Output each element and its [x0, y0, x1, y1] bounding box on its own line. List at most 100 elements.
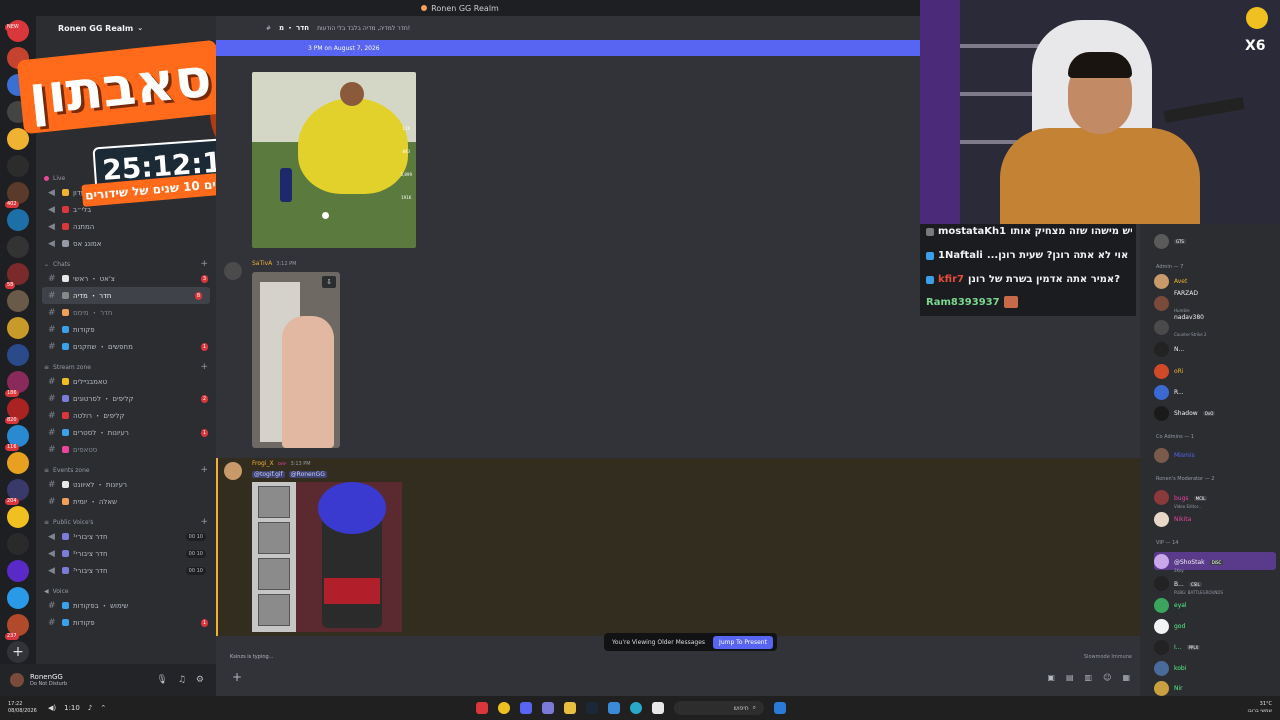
chrome-icon[interactable] [498, 702, 510, 714]
jump-to-present-button[interactable]: Jump To Present [713, 635, 773, 649]
discord-icon[interactable] [520, 702, 532, 714]
server-icon[interactable] [7, 209, 29, 231]
chevron-up-icon[interactable]: ⌃ [100, 704, 106, 712]
headphones-icon[interactable]: ♫ [178, 675, 186, 685]
server-icon[interactable] [7, 560, 29, 582]
gear-icon[interactable]: ⚙ [196, 675, 204, 685]
category-events[interactable]: ≡ Events zone + [36, 464, 216, 476]
steam-icon[interactable] [586, 702, 598, 714]
voice-channel[interactable]: ◀ חדר ציבורי³ 00 10 [36, 562, 216, 579]
media-attachment[interactable]: ⇩ [252, 272, 340, 448]
app-icon[interactable] [652, 702, 664, 714]
apps-icon[interactable]: ▦ [1122, 673, 1130, 682]
text-channel-active[interactable]: # חדר ・ מדיה 8 [42, 287, 210, 304]
add-channel-icon[interactable]: + [200, 465, 208, 475]
add-channel-icon[interactable]: + [200, 259, 208, 269]
text-channel[interactable]: # סטאפים [36, 441, 216, 458]
windows-start-icon[interactable] [774, 702, 786, 714]
member-item[interactable]: nadav380 Counter-Strike 2 [1154, 314, 1207, 337]
voice-channel[interactable]: ◀ אמונג אס [36, 235, 216, 252]
server-icon[interactable] [7, 506, 29, 528]
member-item[interactable]: R... [1154, 383, 1184, 401]
server-icon[interactable]: 820 [5, 398, 29, 424]
text-channel[interactable]: # קליפים ・ לסרטונים 2 [36, 390, 216, 407]
server-icon[interactable] [7, 452, 29, 474]
text-channel[interactable]: # פקודות [36, 321, 216, 338]
volume-icon[interactable]: ◀) [48, 704, 56, 712]
member-item[interactable]: @ShoStak DISC 2Key [1154, 552, 1276, 573]
text-channel[interactable]: # שאלה ・ יומית [36, 493, 216, 510]
server-icon[interactable] [7, 290, 29, 312]
message-composer[interactable]: + ▣ ▤ ▥ ☺ ▦ [224, 666, 1140, 688]
category-voice[interactable]: ◀ Voice [36, 585, 216, 597]
text-channel[interactable]: # טאמבניילים [36, 373, 216, 390]
text-channel[interactable]: # מחפשים ・ שחקנים 1 [36, 338, 216, 355]
folder-icon[interactable] [564, 702, 576, 714]
text-channel[interactable]: # שימוש ・ בפקודות [36, 597, 216, 614]
microphone-icon[interactable]: 🎙 [156, 675, 167, 685]
member-item[interactable]: god [1154, 617, 1185, 635]
voice-channel[interactable]: ◀ חדר ציבורי¹ 00 10 [36, 528, 216, 545]
message-author[interactable]: Frogi_X [252, 460, 274, 467]
text-channel[interactable]: # צ'אט ・ ראשי 3 [36, 270, 216, 287]
text-channel[interactable]: # קליפים ・ רולטה [36, 407, 216, 424]
server-icon[interactable] [7, 236, 29, 258]
member-item[interactable]: Nikita [1154, 510, 1191, 528]
avatar[interactable] [10, 673, 24, 687]
text-channel[interactable]: # רעיונות ・ לאיוונט [36, 476, 216, 493]
mention-user[interactable]: @RonenGG [288, 471, 327, 478]
member-item[interactable]: Mismis [1154, 446, 1195, 464]
member-item[interactable]: N... [1154, 340, 1184, 358]
member-item[interactable]: bugs MCIL Video Editor... [1154, 488, 1208, 509]
server-icon[interactable] [7, 533, 29, 555]
mention-link[interactable]: @togif.gif [252, 471, 285, 478]
text-channel[interactable]: # רעיונות ・ לסטרים 1 [36, 424, 216, 441]
member-item[interactable]: eyal [1154, 596, 1187, 614]
gif-icon[interactable]: ▤ [1066, 673, 1074, 682]
member-item[interactable]: Avet [1154, 272, 1187, 290]
category-chats[interactable]: ⌄ Chats + [36, 258, 216, 270]
member-item[interactable]: Nir [1154, 679, 1183, 696]
member-item[interactable]: oRi [1154, 362, 1184, 380]
text-channel[interactable]: # חדר ・ מימס [36, 304, 216, 321]
add-channel-icon[interactable]: + [200, 362, 208, 372]
new-messages-banner[interactable]: 3 PM on August 7, 2026 [216, 40, 920, 56]
member-item[interactable]: Shadow OvO [1154, 404, 1216, 422]
app-icon[interactable] [542, 702, 554, 714]
sticker-icon[interactable]: ▥ [1085, 673, 1093, 682]
download-icon[interactable]: ⇩ [322, 276, 336, 288]
category-public-voice[interactable]: ≡ Public Voice's + [36, 516, 216, 528]
media-attachment[interactable] [252, 482, 402, 632]
microphone-icon[interactable]: ♪ [88, 704, 92, 712]
message-author[interactable]: SaTivA [252, 260, 272, 267]
add-attachment-icon[interactable]: + [232, 670, 242, 684]
server-icon[interactable]: 186 [5, 371, 29, 397]
media-attachment[interactable]: 11K 843 5,899 191K [252, 72, 416, 248]
text-channel[interactable]: # פקודות 1 [36, 614, 216, 631]
user-info[interactable]: RonenGG Do Not Disturb [30, 673, 67, 687]
taskbar-search[interactable]: חיפוש ⌕ [674, 701, 764, 715]
taskbar-clock[interactable]: 17:22 08/08/2026 [8, 701, 37, 715]
server-icon[interactable]: 58 [5, 263, 29, 289]
weather-widget[interactable]: 31°C שמשי ברובו [1247, 701, 1272, 715]
server-icon[interactable]: 204 [5, 479, 29, 505]
emoji-icon[interactable]: ☺ [1103, 673, 1111, 682]
server-icon[interactable]: 116 [5, 425, 29, 451]
member-item[interactable]: kobi [1154, 659, 1186, 677]
voice-channel[interactable]: ◀ המתנה [36, 218, 216, 235]
member-item[interactable]: FARZAD Humble [1154, 290, 1198, 313]
member-item[interactable]: I... PPLX [1154, 638, 1201, 656]
edge-icon[interactable] [630, 702, 642, 714]
server-icon[interactable]: 237 [5, 614, 29, 640]
member-item[interactable]: GTS [1154, 232, 1186, 250]
server-icon[interactable] [7, 587, 29, 609]
app-icon[interactable] [608, 702, 620, 714]
server-icon[interactable] [7, 344, 29, 366]
add-channel-icon[interactable]: + [200, 517, 208, 527]
voice-channel[interactable]: ◀ בלי״ב [36, 201, 216, 218]
member-item[interactable]: B... CSIL PUBG: BATTLEGROUNDS [1154, 574, 1223, 595]
add-server-icon[interactable]: + [7, 641, 29, 663]
server-icon[interactable] [7, 317, 29, 339]
avatar[interactable] [224, 262, 242, 280]
gift-icon[interactable]: ▣ [1047, 673, 1055, 682]
